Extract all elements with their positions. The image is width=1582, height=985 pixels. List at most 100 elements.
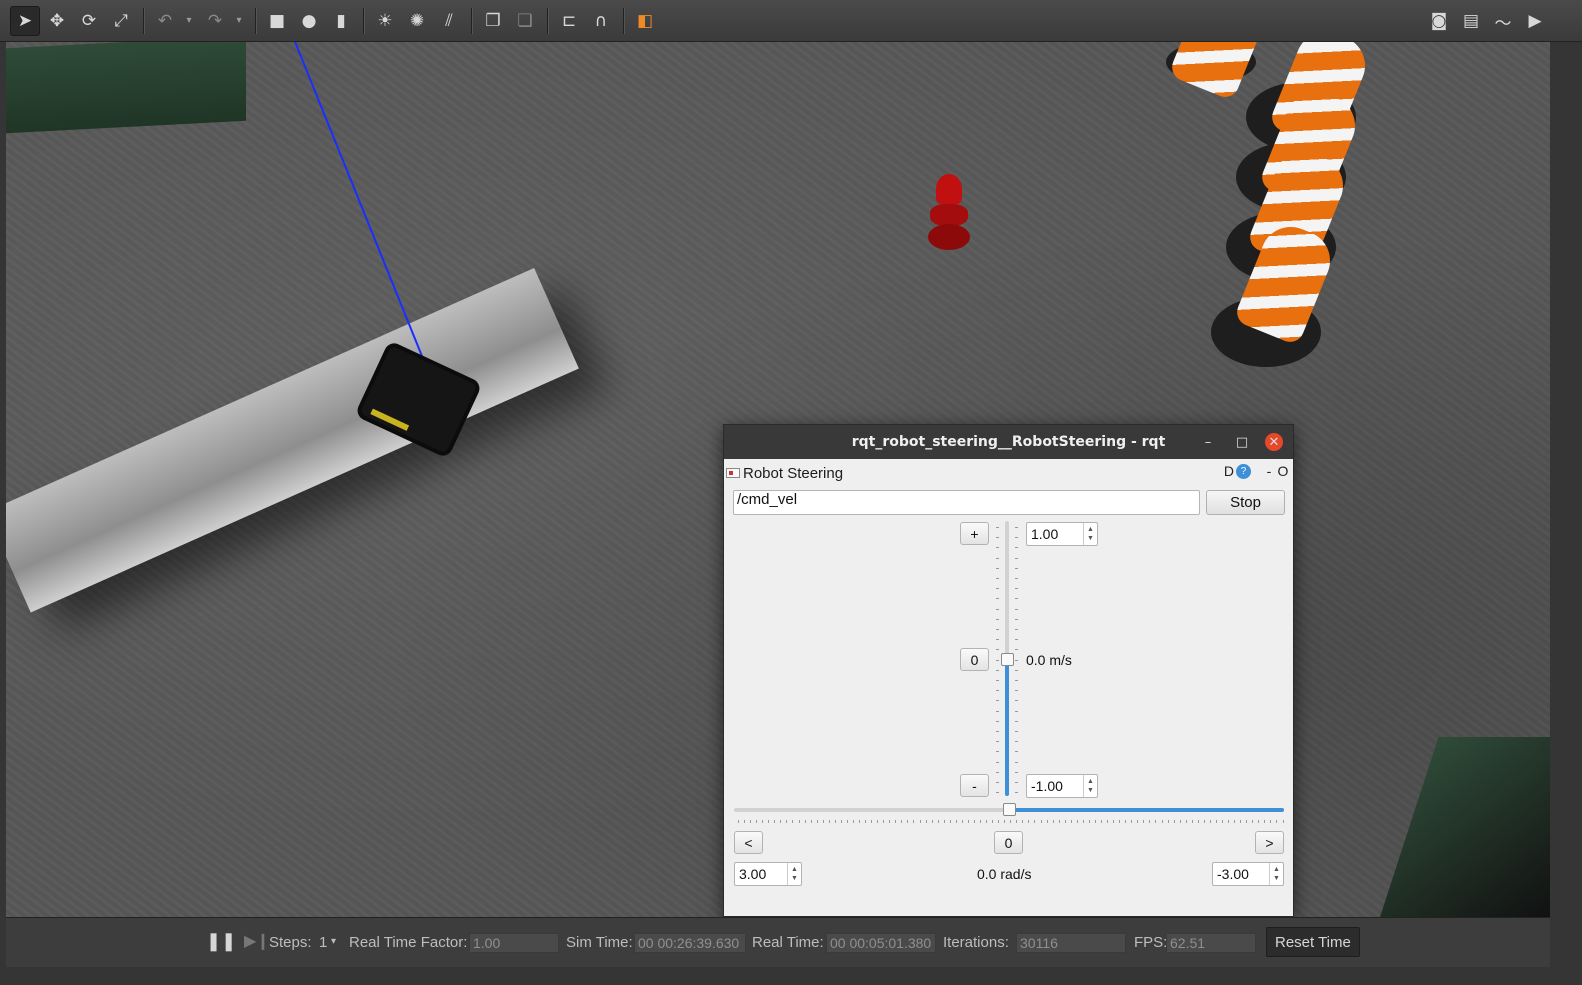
slider-tick [1015, 782, 1018, 783]
slider-tick [865, 820, 867, 823]
undo-icon[interactable]: ↶ [150, 6, 180, 36]
paste-icon[interactable]: ❏ [510, 6, 540, 36]
dock-button[interactable]: D [1224, 463, 1234, 479]
spin-arrows-icon[interactable]: ▲ ▼ [1269, 863, 1283, 885]
copy-icon[interactable]: ❐ [478, 6, 508, 36]
move-icon[interactable]: ✥ [42, 6, 72, 36]
linear-max-spinbox[interactable]: 1.00 ▲ ▼ [1026, 522, 1098, 546]
reset-time-button[interactable]: Reset Time [1266, 927, 1360, 957]
box-icon[interactable]: ■ [262, 6, 292, 36]
decrease-angular-button[interactable]: > [1255, 831, 1284, 854]
maximize-icon[interactable]: □ [1233, 433, 1251, 451]
slider-tick [840, 820, 842, 823]
help-icon[interactable]: ? [1236, 463, 1251, 479]
slider-tick [810, 820, 812, 823]
rtf-label: Real Time Factor: [349, 934, 468, 951]
dialog-titlebar[interactable]: rqt_robot_steering__RobotSteering - rqt … [724, 425, 1293, 459]
steps-value[interactable]: 1 [319, 934, 327, 951]
dumpster-model [1380, 737, 1550, 917]
slider-tick [931, 820, 933, 823]
slider-tick [804, 820, 806, 823]
linear-velocity-slider[interactable] [996, 521, 1018, 796]
minimize-icon[interactable]: – [1199, 433, 1217, 451]
angular-min-spinbox[interactable]: -3.00 ▲ ▼ [1212, 862, 1284, 886]
video-record-icon[interactable]: ▶ [1520, 6, 1550, 36]
increase-linear-button[interactable]: + [960, 522, 989, 545]
log-icon[interactable]: ▤ [1456, 6, 1486, 36]
pause-icon[interactable]: ❚❚ [206, 931, 236, 952]
scale-icon[interactable]: ⤢ [106, 6, 136, 36]
angular-max-spinbox[interactable]: 3.00 ▲ ▼ [734, 862, 802, 886]
chevron-down-icon[interactable]: ▾ [182, 15, 196, 26]
slider-tick [1203, 820, 1205, 823]
minimize-plugin-button[interactable]: - [1263, 463, 1275, 479]
slider-tick [996, 629, 999, 630]
slider-tick [943, 820, 945, 823]
slider-tick [1015, 649, 1018, 651]
angular-velocity-slider[interactable] [734, 801, 1284, 825]
decrease-linear-button[interactable]: - [960, 774, 989, 797]
slider-tick [1082, 820, 1084, 823]
view-angle-icon[interactable]: ◧ [630, 6, 660, 36]
slider-tick [973, 820, 975, 823]
step-icon[interactable]: ▶❙ [244, 931, 270, 951]
slider-tick [925, 820, 927, 823]
slider-tick [1010, 820, 1012, 823]
slider-handle[interactable] [1003, 803, 1016, 816]
redo-icon[interactable]: ↷ [200, 6, 230, 36]
spot-light-icon[interactable]: ✺ [402, 6, 432, 36]
slider-tick [1228, 820, 1230, 823]
stop-button[interactable]: Stop [1206, 490, 1285, 515]
slider-tick [1015, 751, 1018, 753]
screenshot-icon[interactable]: ◙ [1424, 6, 1454, 36]
slider-handle[interactable] [1001, 652, 1014, 666]
slider-tick [1252, 820, 1254, 823]
slider-tick [949, 820, 951, 823]
plot-icon[interactable]: 〜 [1488, 6, 1518, 36]
cylinder-icon[interactable]: ▮ [326, 6, 356, 36]
increase-angular-button[interactable]: < [734, 831, 763, 854]
linear-velocity-readout: 0.0 m/s [1026, 652, 1072, 668]
chevron-down-icon[interactable]: ▾ [331, 936, 336, 947]
dumpster-model [6, 42, 246, 134]
slider-tick [1197, 820, 1199, 823]
point-light-icon[interactable]: ☀ [370, 6, 400, 36]
rotate-icon[interactable]: ⟳ [74, 6, 104, 36]
spin-arrows-icon[interactable]: ▲ ▼ [1083, 523, 1097, 545]
close-plugin-button[interactable]: O [1277, 463, 1289, 479]
slider-tick [1173, 820, 1175, 823]
slider-tick [895, 820, 897, 823]
slider-tick [1222, 820, 1223, 823]
slider-tick [774, 820, 776, 823]
slider-tick [762, 820, 764, 823]
arrow-select-icon[interactable]: ➤ [10, 5, 40, 36]
reset-linear-button[interactable]: 0 [960, 648, 989, 671]
slider-tick [1015, 690, 1018, 692]
align-icon[interactable]: ⊏ [554, 6, 584, 36]
slider-tick [955, 820, 957, 823]
spinbox-value: -3.00 [1217, 866, 1249, 882]
chevron-down-icon[interactable]: ▾ [232, 15, 246, 26]
sphere-icon[interactable]: ● [294, 6, 324, 36]
directional-light-icon[interactable]: ⫽ [434, 6, 464, 36]
spin-arrows-icon[interactable]: ▲ ▼ [1083, 775, 1097, 797]
reset-angular-button[interactable]: 0 [994, 831, 1023, 854]
slider-tick [996, 782, 999, 783]
spinbox-value: -1.00 [1031, 778, 1063, 794]
slider-tick [1119, 820, 1121, 823]
spin-arrows-icon[interactable]: ▲ ▼ [787, 863, 801, 885]
snap-magnet-icon[interactable]: ∩ [586, 6, 616, 36]
slider-tick [1101, 820, 1102, 823]
iterations-field: 30116 [1016, 933, 1126, 953]
slider-tick [1058, 820, 1060, 823]
slider-tick [1052, 820, 1054, 823]
close-icon[interactable]: ✕ [1265, 433, 1283, 451]
linear-min-spinbox[interactable]: -1.00 ▲ ▼ [1026, 774, 1098, 798]
topic-input[interactable]: /cmd_vel [733, 490, 1200, 515]
slider-tick [768, 820, 770, 823]
spinbox-value: 1.00 [1031, 526, 1059, 542]
slider-tick [907, 820, 909, 823]
slider-tick [1258, 820, 1260, 823]
slider-tick [998, 820, 1000, 823]
dialog-title: rqt_robot_steering__RobotSteering - rqt [851, 434, 1166, 450]
